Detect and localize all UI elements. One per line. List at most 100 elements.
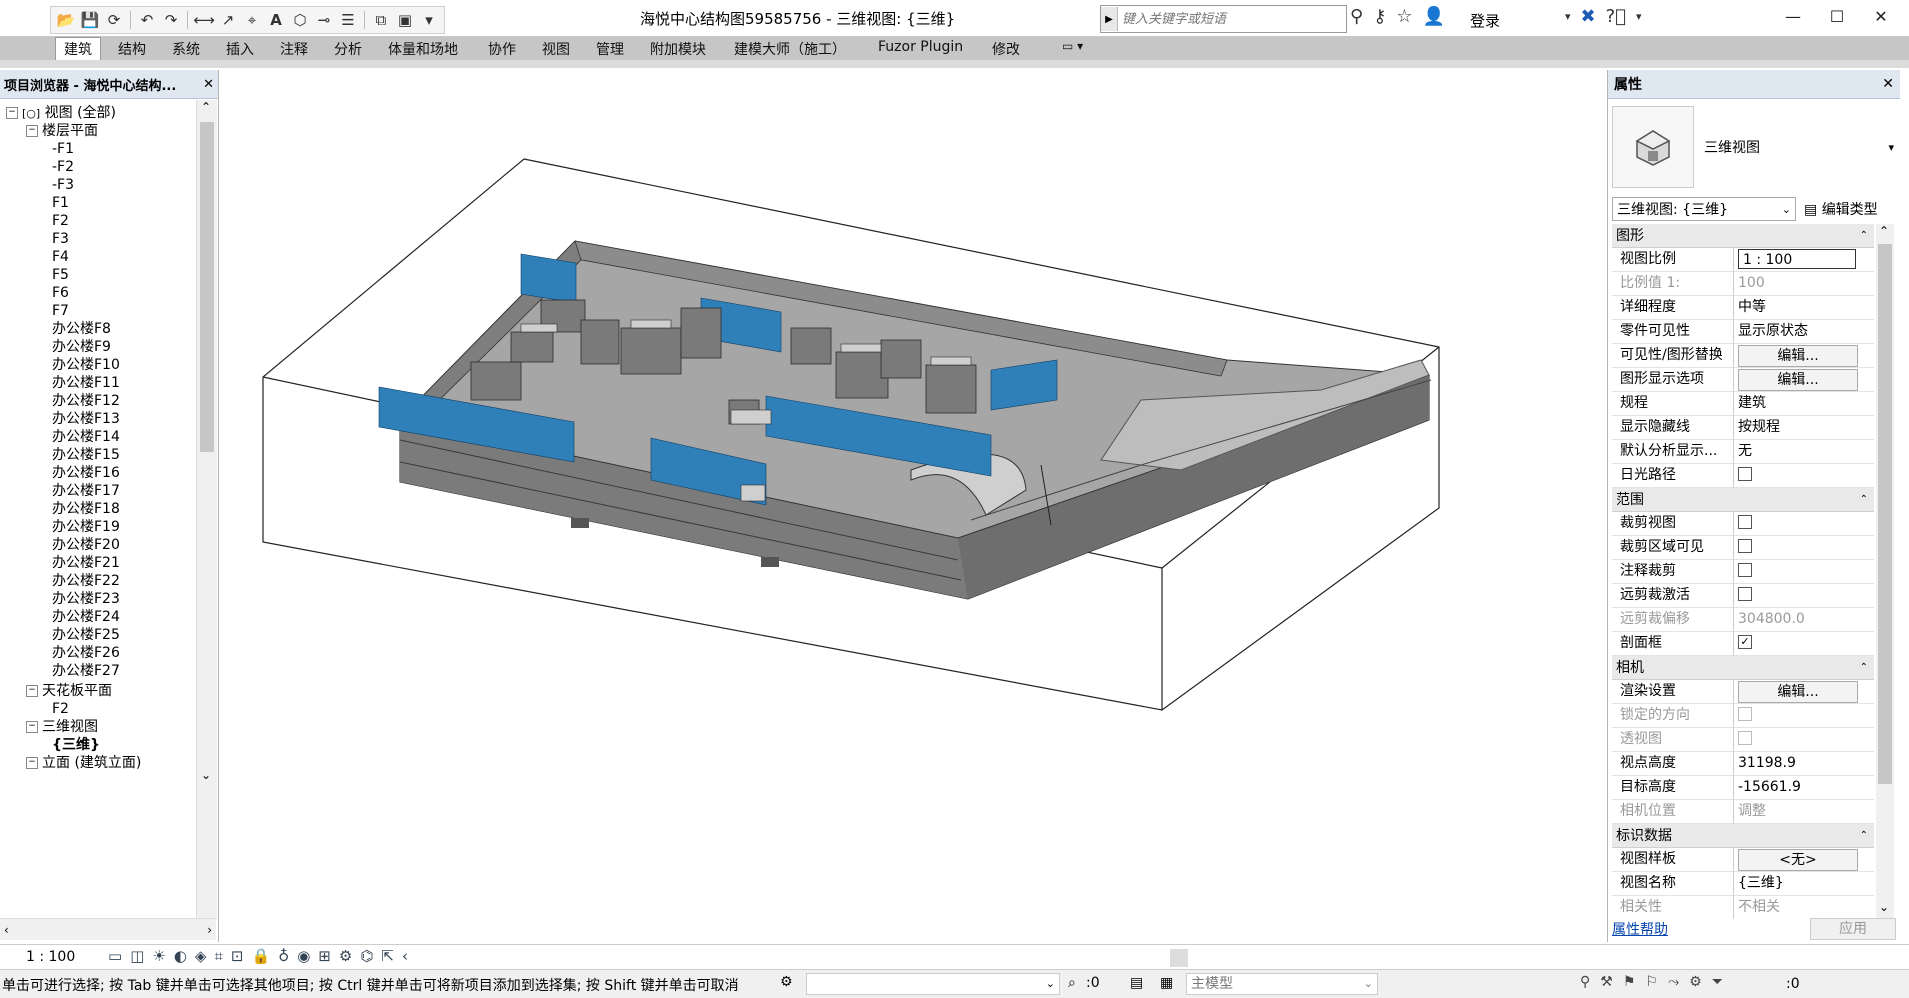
workset-dropdown[interactable]: ⌄ xyxy=(806,973,1060,995)
login-button[interactable]: 登录 xyxy=(1470,10,1500,31)
scroll-right-icon[interactable]: › xyxy=(207,923,212,937)
collapse-icon[interactable]: ⌃ xyxy=(1860,488,1868,511)
scroll-down-icon[interactable]: ⌄ xyxy=(201,768,211,782)
tag-icon[interactable]: ⌖ xyxy=(241,9,263,31)
tab-systems[interactable]: 系统 xyxy=(172,39,200,59)
model-dropdown[interactable]: 主模型 ⌄ xyxy=(1186,973,1378,995)
discipline-value[interactable]: 建筑 xyxy=(1734,392,1874,416)
sun-path-checkbox[interactable] xyxy=(1738,467,1752,481)
collapse-icon[interactable]: ⌃ xyxy=(1860,656,1868,679)
close-icon[interactable]: ✕ xyxy=(203,77,214,92)
select-pinned-icon[interactable]: ⚑ xyxy=(1623,974,1636,990)
minimize-icon[interactable]: — xyxy=(1771,0,1815,32)
search-expand-icon[interactable]: ▶ xyxy=(1101,7,1118,31)
apply-button[interactable]: 应用 xyxy=(1810,918,1896,940)
analysis-display-value[interactable]: 无 xyxy=(1734,440,1874,464)
show-hidden-value[interactable]: 按规程 xyxy=(1734,416,1874,440)
collapse-icon[interactable]: − xyxy=(26,125,38,137)
browser-horizontal-scrollbar[interactable]: ‹ › xyxy=(0,918,216,940)
collapse-icon[interactable]: − xyxy=(26,757,38,769)
exchange-icon[interactable]: ✖ xyxy=(1581,6,1596,27)
binoculars-icon[interactable]: ⚲ xyxy=(1350,6,1363,27)
tab-structure[interactable]: 结构 xyxy=(118,39,146,59)
annotation-crop-checkbox[interactable] xyxy=(1738,563,1752,577)
browser-vertical-scrollbar[interactable]: ⌃ ⌄ xyxy=(196,100,217,920)
properties-help-link[interactable]: 属性帮助 xyxy=(1612,919,1668,939)
tab-collaborate[interactable]: 协作 xyxy=(488,39,516,59)
tab-insert[interactable]: 插入 xyxy=(226,39,254,59)
favorites-icon[interactable]: ☆ xyxy=(1396,6,1412,27)
tree-node-elevations[interactable]: − 立面 (建筑立面) xyxy=(26,752,141,774)
section-icon[interactable]: ⊸ xyxy=(313,9,335,31)
tab-architecture[interactable]: 建筑 xyxy=(55,37,101,62)
redo-icon[interactable]: ↷ xyxy=(160,9,182,31)
editable-only-icon[interactable]: ⌕ xyxy=(1068,975,1076,991)
design-options-icon-2[interactable]: ▦ xyxy=(1160,975,1173,991)
3d-view-canvas[interactable] xyxy=(221,70,1606,942)
view-template-button[interactable]: <无> xyxy=(1738,849,1858,871)
visual-style-icon[interactable]: ◫ xyxy=(130,947,144,965)
collapse-icon[interactable]: ⌃ xyxy=(1860,224,1868,247)
scrollbar-thumb[interactable] xyxy=(200,122,214,452)
sync-icon[interactable]: ⟳ xyxy=(103,9,125,31)
undo-icon[interactable]: ↶ xyxy=(136,9,158,31)
scroll-left-icon[interactable]: ‹ xyxy=(402,947,408,965)
highlight-displacement-icon[interactable]: ⇱ xyxy=(381,947,394,965)
3d-view-icon[interactable]: ⬡ xyxy=(289,9,311,31)
search-input[interactable] xyxy=(1118,10,1346,28)
switch-windows-icon[interactable]: ▣ xyxy=(394,9,416,31)
group-identity-data[interactable]: 标识数据 ⌃ xyxy=(1612,824,1874,848)
target-elevation-value[interactable]: -15661.9 xyxy=(1734,776,1874,800)
group-graphics[interactable]: 图形 ⌃ xyxy=(1612,224,1874,248)
view-name-value[interactable]: {三维} xyxy=(1734,872,1874,896)
sun-path-icon[interactable]: ☀ xyxy=(152,947,165,965)
detail-level-value[interactable]: 中等 xyxy=(1734,296,1874,320)
tab-view[interactable]: 视图 xyxy=(542,39,570,59)
background-process-icon[interactable]: ⚙ xyxy=(1689,974,1702,990)
view-scale-control[interactable]: 1 : 100 xyxy=(26,949,75,965)
tab-modify[interactable]: 修改 xyxy=(992,39,1020,59)
scroll-left-icon[interactable]: ‹ xyxy=(4,923,9,937)
dimension-icon[interactable]: ↗ xyxy=(217,9,239,31)
tree-item-floor-plan[interactable]: 办公楼F27 xyxy=(52,660,120,682)
ribbon-toggle-icon[interactable]: ▭ ▾ xyxy=(1062,39,1083,53)
maximize-icon[interactable]: ☐ xyxy=(1815,0,1859,32)
thin-lines-icon[interactable]: ☰ xyxy=(337,9,359,31)
close-icon[interactable]: ✕ xyxy=(1882,76,1894,92)
show-crop-icon[interactable]: ⊡ xyxy=(231,947,244,965)
tab-massing-site[interactable]: 体量和场地 xyxy=(388,39,458,59)
design-options-icon[interactable]: ▤ xyxy=(1130,975,1143,991)
parts-visibility-value[interactable]: 显示原状态 xyxy=(1734,320,1874,344)
analytical-model-icon[interactable]: ⌬ xyxy=(360,947,373,965)
subscription-icon[interactable]: ⚷ xyxy=(1373,6,1386,27)
tab-analyze[interactable]: 分析 xyxy=(334,39,362,59)
vg-edit-button[interactable]: 编辑... xyxy=(1738,345,1858,367)
collapse-icon[interactable]: − xyxy=(26,721,38,733)
scroll-up-icon[interactable]: ⌃ xyxy=(1879,224,1889,238)
shadows-icon[interactable]: ◐ xyxy=(174,947,187,965)
select-links-icon[interactable]: ⚲ xyxy=(1580,974,1590,990)
select-underlay-icon[interactable]: ⚒ xyxy=(1600,974,1613,990)
tree-node-ceiling-plans[interactable]: − 天花板平面 xyxy=(26,680,112,702)
type-selector[interactable]: 三维视图 ▾ xyxy=(1612,104,1894,190)
group-camera[interactable]: 相机 ⌃ xyxy=(1612,656,1874,680)
worksets-icon[interactable]: ⚙ xyxy=(780,974,793,990)
save-icon[interactable]: 💾 xyxy=(79,9,101,31)
far-clip-checkbox[interactable] xyxy=(1738,587,1752,601)
temporary-properties-icon[interactable]: ⚙ xyxy=(339,947,352,965)
view-instance-dropdown[interactable]: 三维视图: {三维} ⌄ xyxy=(1612,197,1796,221)
dropdown-arrow-icon[interactable]: ▾ xyxy=(1565,10,1571,23)
help-icon[interactable]: ?⃝ xyxy=(1606,6,1626,27)
reveal-hidden-icon[interactable]: ◉ xyxy=(297,947,310,965)
tab-fuzor-plugin[interactable]: Fuzor Plugin xyxy=(878,39,963,55)
crop-view-icon[interactable]: ⌗ xyxy=(214,947,222,965)
collapse-icon[interactable]: − xyxy=(6,107,18,119)
tab-manage[interactable]: 管理 xyxy=(596,39,624,59)
close-icon[interactable]: ✕ xyxy=(1859,0,1903,32)
crop-view-checkbox[interactable] xyxy=(1738,515,1752,529)
measure-icon[interactable]: ⟷ xyxy=(193,9,215,31)
text-button[interactable]: A xyxy=(265,9,287,31)
collapse-icon[interactable]: ⌃ xyxy=(1860,824,1868,847)
scroll-up-icon[interactable]: ⌃ xyxy=(201,100,211,114)
help-dropdown-icon[interactable]: ▾ xyxy=(1636,10,1642,23)
